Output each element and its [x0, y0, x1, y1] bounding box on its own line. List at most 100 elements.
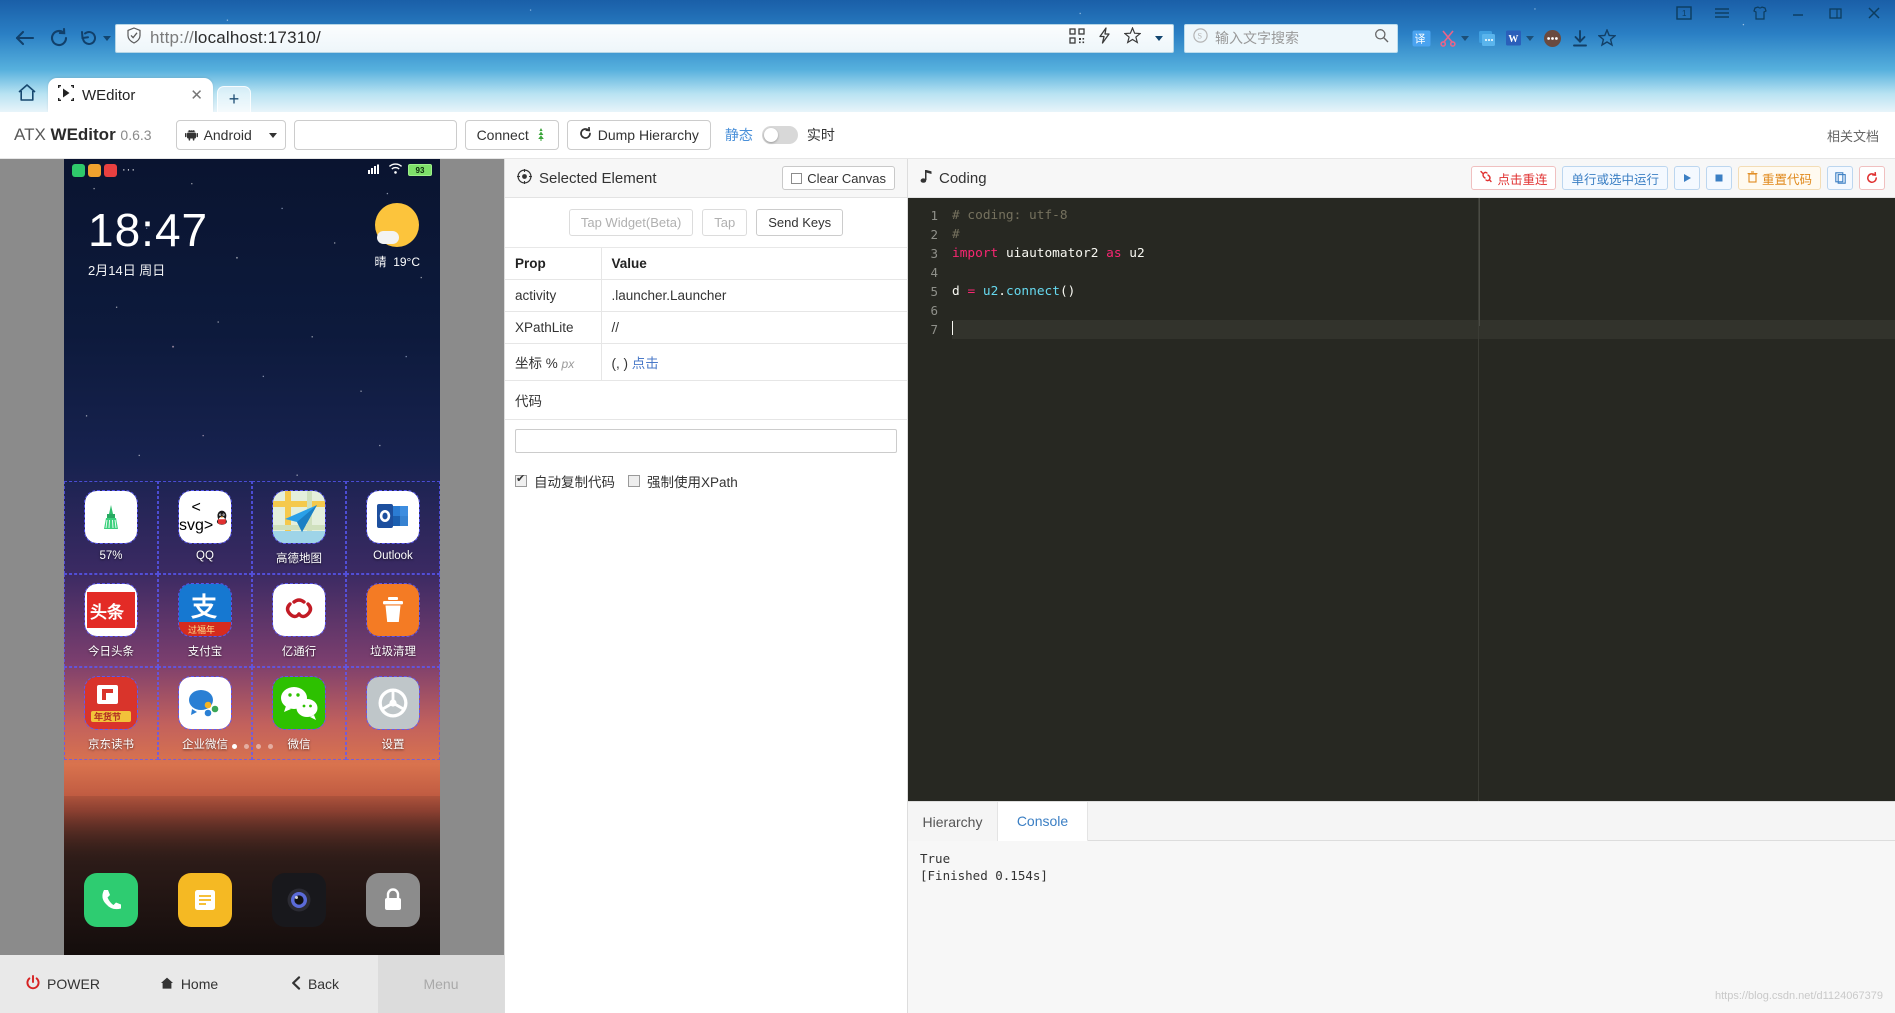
dump-hierarchy-button[interactable]: Dump Hierarchy: [567, 120, 711, 150]
history-dropdown-caret[interactable]: [103, 36, 111, 41]
back-arrow-icon[interactable]: [8, 23, 42, 53]
dock-cell[interactable]: [158, 873, 252, 927]
prop-name: 坐标 % px: [505, 344, 601, 381]
dock-cell[interactable]: [252, 873, 346, 927]
tab-console[interactable]: Console: [998, 802, 1088, 842]
url-bar[interactable]: http://localhost:17310/: [115, 24, 1174, 53]
clear-canvas-button[interactable]: Clear Canvas: [782, 166, 895, 190]
app-cell[interactable]: 垃圾清理: [346, 574, 440, 667]
clear-canvas-checkbox[interactable]: [791, 173, 802, 184]
reload-icon[interactable]: [42, 23, 76, 53]
jd-read-icon[interactable]: 年货节: [85, 677, 137, 729]
notes-icon[interactable]: [178, 873, 232, 927]
back-button[interactable]: Back: [252, 976, 378, 993]
search-input[interactable]: 输入文字搜索: [1215, 28, 1299, 48]
mode-live-label[interactable]: 实时: [807, 125, 835, 145]
dock-cell[interactable]: [64, 873, 158, 927]
mode-toggle-switch[interactable]: [762, 126, 798, 144]
home-icon[interactable]: [10, 72, 44, 112]
code-editor[interactable]: 1234567 # coding: utf-8 # import uiautom…: [908, 198, 1895, 801]
outlook-icon[interactable]: [367, 491, 419, 543]
phone-screen-wrapper[interactable]: ··· 93 18:47 2月14日 周日: [64, 159, 440, 955]
search-icon[interactable]: [1374, 28, 1389, 48]
restore-icon[interactable]: [1825, 2, 1847, 24]
device-serial-input[interactable]: [294, 120, 457, 150]
page-dot[interactable]: [256, 744, 261, 749]
page-dot[interactable]: [244, 744, 249, 749]
wechat-icon[interactable]: [273, 677, 325, 729]
send-keys-button[interactable]: Send Keys: [756, 209, 843, 236]
yitongxing-icon[interactable]: [273, 584, 325, 636]
camera-icon[interactable]: [272, 873, 326, 927]
more-dots-icon[interactable]: [1543, 29, 1562, 48]
phone-dial-icon[interactable]: [84, 873, 138, 927]
coord-click-link[interactable]: 点击: [632, 356, 659, 371]
split-screen-icon[interactable]: 1: [1673, 2, 1695, 24]
qr-code-icon[interactable]: [1069, 28, 1085, 49]
tap-button[interactable]: Tap: [702, 209, 747, 236]
page-dot[interactable]: [268, 744, 273, 749]
scissors-dropdown-caret[interactable]: [1461, 36, 1469, 41]
run-selection-button[interactable]: 单行或选中运行: [1562, 166, 1668, 190]
skin-icon[interactable]: [1749, 2, 1771, 24]
scissors-icon[interactable]: [1440, 29, 1469, 47]
power-button[interactable]: POWER: [0, 975, 126, 993]
app-cell[interactable]: Outlook: [346, 481, 440, 574]
mode-static-label[interactable]: 静态: [725, 125, 753, 145]
close-icon[interactable]: ✕: [190, 86, 203, 104]
app-cell[interactable]: 亿通行: [252, 574, 346, 667]
app-cell[interactable]: 57%: [64, 481, 158, 574]
lightning-icon[interactable]: [1098, 27, 1111, 49]
wecom-icon[interactable]: [179, 677, 231, 729]
doc-link[interactable]: 相关文档: [1827, 126, 1879, 145]
close-icon[interactable]: [1863, 2, 1885, 24]
page-dot[interactable]: [232, 744, 237, 749]
trash-clean-icon[interactable]: [367, 584, 419, 636]
app-cell[interactable]: 高德地图: [252, 481, 346, 574]
download-icon[interactable]: [1571, 29, 1589, 48]
app-cell[interactable]: 头条 今日头条: [64, 574, 158, 667]
new-tab-button[interactable]: +: [217, 86, 251, 112]
app-cell[interactable]: < svg> QQ: [158, 481, 252, 574]
stop-icon[interactable]: [1706, 166, 1732, 190]
history-back-icon[interactable]: [76, 23, 102, 53]
lock-icon[interactable]: [366, 873, 420, 927]
settings-gear-icon[interactable]: [367, 677, 419, 729]
tab-hierarchy[interactable]: Hierarchy: [908, 802, 998, 841]
star-icon[interactable]: [1124, 27, 1141, 49]
word-icon[interactable]: W: [1505, 29, 1534, 47]
chevron-down-icon[interactable]: [269, 133, 277, 138]
cleaner-icon[interactable]: [85, 491, 137, 543]
auto-copy-checkbox[interactable]: [515, 475, 527, 487]
alipay-icon[interactable]: 支过福年: [179, 584, 231, 636]
play-icon[interactable]: [1674, 166, 1700, 190]
tap-widget-button[interactable]: Tap Widget(Beta): [569, 209, 693, 236]
screenshot-icon[interactable]: [1478, 29, 1496, 47]
menu-button[interactable]: Menu: [378, 955, 504, 1013]
reset-code-button[interactable]: 重置代码: [1738, 166, 1821, 190]
connect-button[interactable]: Connect: [465, 120, 559, 150]
editor-text-area[interactable]: # coding: utf-8 # import uiautomator2 as…: [946, 198, 1895, 801]
amap-icon[interactable]: [273, 491, 325, 543]
translate-icon[interactable]: 译: [1412, 29, 1431, 48]
platform-select[interactable]: Android: [176, 120, 286, 150]
dock-cell[interactable]: [346, 873, 440, 927]
reconnect-button[interactable]: 点击重连: [1471, 166, 1556, 190]
phone-screen[interactable]: ··· 93 18:47 2月14日 周日: [64, 159, 440, 955]
refresh-icon[interactable]: [1859, 166, 1885, 190]
force-xpath-checkbox[interactable]: [628, 475, 640, 487]
app-cell[interactable]: 支过福年 支付宝: [158, 574, 252, 667]
toutiao-icon[interactable]: 头条: [85, 584, 137, 636]
browser-tab-weditor[interactable]: WEditor ✕: [48, 78, 213, 112]
favorite-star-icon[interactable]: [1598, 29, 1616, 47]
search-box[interactable]: S 输入文字搜索: [1184, 24, 1398, 53]
word-dropdown-caret[interactable]: [1526, 36, 1534, 41]
code-output-box[interactable]: [515, 429, 897, 453]
menu-icon[interactable]: [1711, 2, 1733, 24]
minimize-icon[interactable]: [1787, 2, 1809, 24]
bookmark-dropdown-caret[interactable]: [1155, 36, 1163, 41]
home-button[interactable]: Home: [126, 976, 252, 993]
phone-preview-column: ··· 93 18:47 2月14日 周日: [0, 159, 504, 1013]
qq-penguin-icon[interactable]: < svg>: [179, 491, 231, 543]
copy-icon[interactable]: [1827, 166, 1853, 190]
